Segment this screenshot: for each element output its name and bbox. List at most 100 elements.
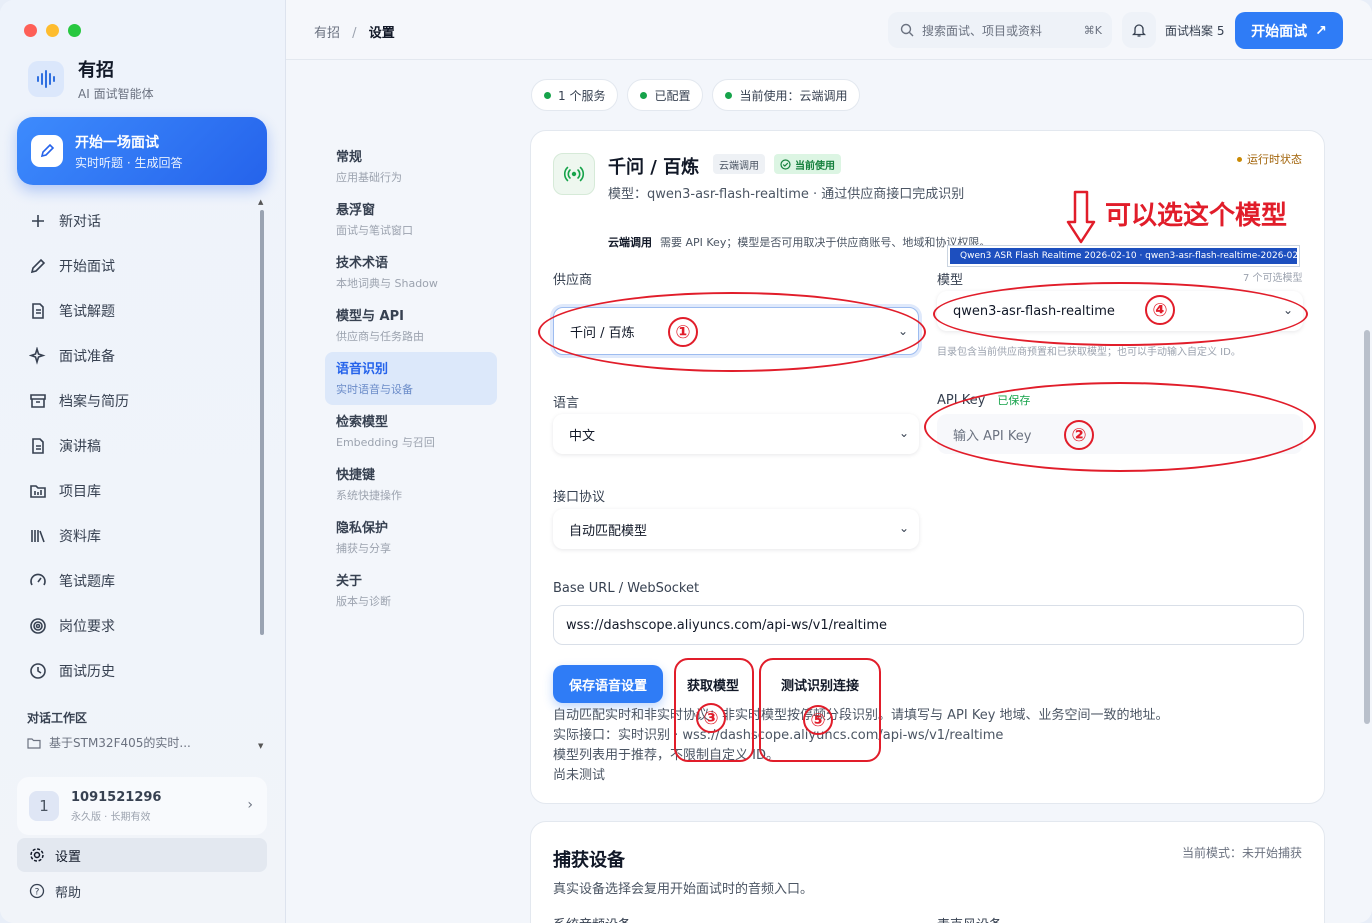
workspace-item-label: 基于STM32F405的实时... [49,736,191,750]
tab-terminology[interactable]: 技术术语 本地词典与 Shadow [325,246,497,299]
apikey-input[interactable]: 输入 API Key [937,414,1303,454]
close-window-button[interactable] [24,24,37,37]
tab-floating-window[interactable]: 悬浮窗 面试与笔试窗口 [325,193,497,246]
model-select[interactable]: qwen3-asr-flash-realtime ⌄ [937,291,1303,331]
baseurl-input[interactable]: wss://dashscope.aliyuncs.com/api-ws/v1/r… [553,605,1304,645]
runtime-status[interactable]: 运行时状态 [1237,151,1302,167]
save-speech-settings-button[interactable]: 保存语音设置 [553,665,663,703]
svg-text:?: ? [35,888,40,898]
status-dot-icon [1237,156,1242,162]
test-connection-button[interactable]: 测试识别连接 [781,665,859,703]
user-card[interactable]: 1 1091521296 永久版 · 长期有效 › [17,777,267,835]
notification-button[interactable] [1122,12,1156,48]
archive-icon [30,393,46,408]
settings-content: 1 个服务 已配置 当前使用：云端调用 常规 应用基础行为 悬浮窗 面试与笔试窗口 … [286,60,1372,923]
sidebar-help-button[interactable]: ? 帮助 [17,874,267,908]
tab-desc: 实时语音与设备 [336,383,413,396]
tab-title: 隐私保护 [336,521,389,536]
sidebar-item-new-chat[interactable]: 新对话 [17,198,257,243]
pill-label: 已配置 [654,88,691,103]
baseurl-value: wss://dashscope.aliyuncs.com/api-ws/v1/r… [566,617,888,633]
annotation-number: ③ [696,703,726,733]
document-icon [32,302,44,319]
window-controls [24,24,81,37]
info-line: 尚未测试 [553,768,606,783]
search-shortcut: ⌘K [1083,23,1102,37]
main-scrollbar-thumb[interactable] [1364,330,1370,724]
sidebar-item-profile-resume[interactable]: 档案与简历 [17,378,257,423]
tab-desc: 应用基础行为 [336,171,402,184]
tab-desc: 供应商与任务路由 [336,330,424,343]
search-input[interactable]: 搜索面试、项目或资料 ⌘K [888,12,1112,48]
start-card-subtitle: 实时听题 · 生成回答 [75,155,183,170]
vendor-label: 供应商 [553,273,593,288]
sidebar-item-written-test[interactable]: 笔试解题 [17,288,257,333]
start-interview-card[interactable]: 开始一场面试 实时听题 · 生成回答 [17,117,267,185]
current-badge-label: 当前使用 [795,160,835,172]
sidebar-item-speech[interactable]: 演讲稿 [17,423,257,468]
protocol-label: 接口协议 [553,490,606,505]
user-plan: 永久版 · 长期有效 [71,811,151,823]
tab-speech-recognition[interactable]: 语音识别实时语音与设备 [325,352,497,405]
tab-title: 检索模型 [336,415,389,430]
interview-archive-count[interactable]: 面试档案 5 [1165,22,1224,39]
sidebar-item-question-bank[interactable]: 笔试题库 [17,558,257,603]
apikey-saved-badge: 已保存 [997,394,1031,407]
status-dot-icon [544,91,551,99]
minimize-window-button[interactable] [46,24,59,37]
start-interview-button[interactable]: 开始面试 ↗ [1235,12,1343,49]
protocol-value: 自动匹配模型 [569,523,648,539]
model-option-selected[interactable]: Qwen3 ASR Flash Realtime 2026-02-10 · qw… [950,248,1297,264]
sidebar-item-job-requirements[interactable]: 岗位要求 [17,603,257,648]
protocol-select[interactable]: 自动匹配模型 ⌄ [553,509,919,549]
tab-title: 语音识别 [336,362,389,377]
app-window: 有招 AI 面试智能体 开始一场面试 实时听题 · 生成回答 新对话 开始面试 [0,0,1372,923]
vendor-select[interactable]: 千问 / 百炼 ⌄ [553,307,919,355]
language-select[interactable]: 中文 ⌄ [553,414,919,454]
sidebar-item-projects[interactable]: 项目库 [17,468,257,513]
model-label: 模型 [937,273,964,288]
tab-about[interactable]: 关于 版本与诊断 [325,564,497,617]
status-dot-icon [725,91,733,99]
start-card-title: 开始一场面试 [75,134,159,151]
tab-general[interactable]: 常规 应用基础行为 [325,140,497,193]
sidebar-item-history[interactable]: 面试历史 [17,648,257,693]
maximize-window-button[interactable] [68,24,81,37]
sidebar-item-library[interactable]: 资料库 [17,513,257,558]
cloud-description: 云端调用 需要 API Key；模型是否可用取决于供应商账号、地域和协议权限。 [608,234,990,250]
help-label: 帮助 [55,885,82,901]
sidebar-settings-button[interactable]: 设置 [17,838,267,872]
pill-label: 当前使用：云端调用 [739,88,848,103]
sidebar-item-start-interview[interactable]: 开始面试 [17,243,257,288]
mic-label: 麦克风设备 [937,914,1002,923]
tab-privacy[interactable]: 隐私保护 捕获与分享 [325,511,497,564]
status-pill: 已配置 [627,79,704,111]
status-pill: 1 个服务 [531,79,619,111]
scroll-up-arrow-icon[interactable]: ▲ [258,198,263,206]
breadcrumb: 有招 / 设置 [314,22,395,41]
provider-title: 千问 / 百炼 [608,157,700,178]
tab-retrieval-model[interactable]: 检索模型 Embedding 与召回 [325,405,497,458]
scroll-down-arrow-icon[interactable]: ▼ [258,742,263,750]
tab-title: 模型与 API [336,309,404,324]
tab-title: 常规 [336,150,363,165]
sidebar-item-label: 笔试解题 [59,303,115,320]
sidebar-item-interview-prep[interactable]: 面试准备 [17,333,257,378]
gear-icon [30,848,44,862]
scrollbar-thumb[interactable] [260,210,264,635]
breadcrumb-separator: / [352,26,357,41]
top-bar: 有招 / 设置 搜索面试、项目或资料 ⌘K 面试档案 5 开始面试 ↗ [286,0,1372,60]
breadcrumb-root[interactable]: 有招 [314,26,340,41]
fetch-models-button[interactable]: 获取模型 [687,665,739,703]
info-line: 自动匹配实时和非实时协议；非实时模型按停顿分段识别。请填写与 API Key 地… [553,708,1169,723]
tab-shortcuts[interactable]: 快捷键 系统快捷操作 [325,458,497,511]
tab-models-api[interactable]: 模型与 API 供应商与任务路由 [325,299,497,352]
sidebar-scrollbar[interactable]: ▲ ▼ [258,198,266,750]
annotation-callout: 可以选这个模型 [1105,201,1288,231]
model-dropdown-popup[interactable]: Qwen3 ASR Flash Realtime 2026-02-10 · qw… [947,245,1300,267]
library-icon [31,529,45,542]
system-audio-label: 系统音频设备 [553,914,631,923]
tab-title: 悬浮窗 [336,203,376,218]
info-line: 模型列表用于推荐，不限制自定义 ID。 [553,748,779,763]
workspace-item[interactable]: 基于STM32F405的实时... [27,734,191,751]
